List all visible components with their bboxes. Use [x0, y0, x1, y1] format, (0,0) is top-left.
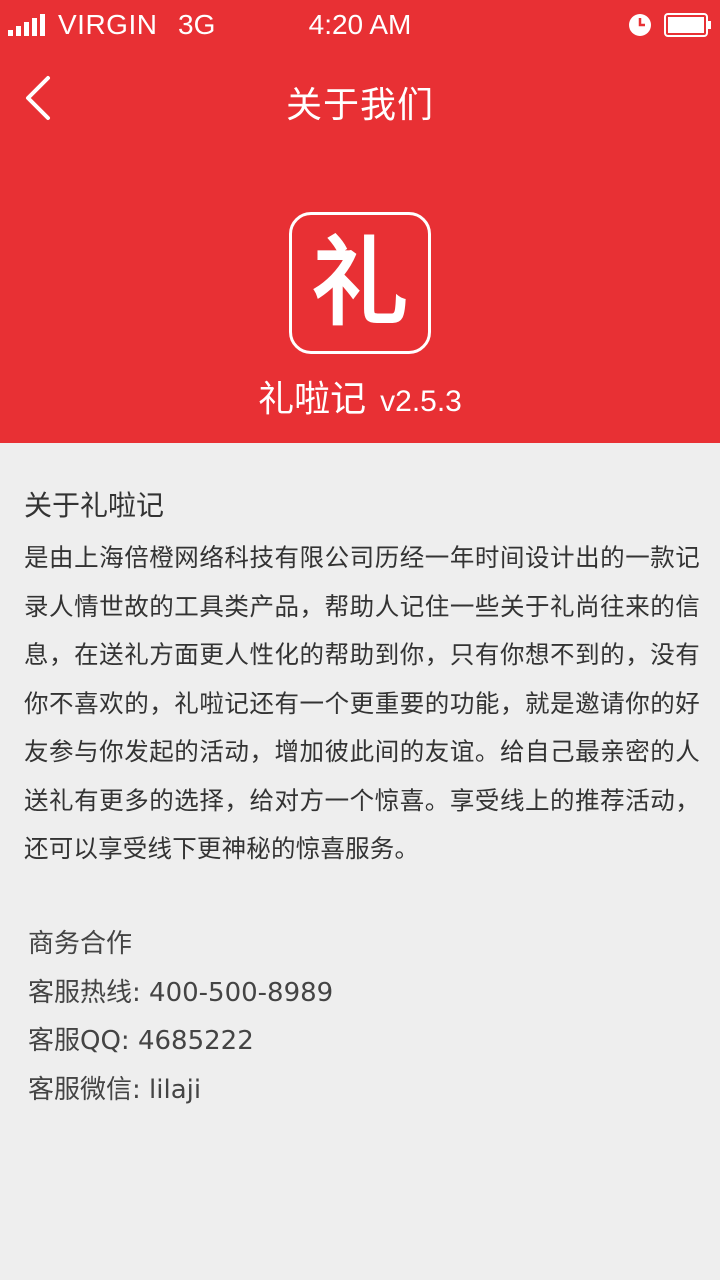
- nav-bar: 关于我们: [0, 50, 720, 146]
- service-wechat: 客服微信: lilaji: [28, 1074, 202, 1105]
- alarm-icon: [629, 14, 651, 36]
- app-logo-glyph: 礼: [312, 226, 408, 339]
- header-banner: VIRGIN 3G 4:20 AM 关于我们 礼 礼啦记 v2.5.3: [0, 0, 720, 443]
- battery-icon: [664, 13, 711, 37]
- page-title: 关于我们: [285, 85, 434, 126]
- service-hotline[interactable]: 客服热线: 400-500-8989: [28, 969, 333, 1018]
- about-description: 是由上海倍橙网络科技有限公司历经一年时间设计出的一款记录人情世故的工具类产品，帮…: [24, 543, 700, 863]
- back-button[interactable]: [14, 66, 74, 130]
- app-logo: 礼: [289, 212, 431, 354]
- status-time: 4:20 AM: [308, 9, 412, 40]
- chevron-left-icon: [26, 76, 50, 120]
- app-name: 礼啦记: [258, 379, 367, 420]
- service-qq: 客服QQ: 4685222: [28, 1026, 254, 1056]
- contact-info: 商务合作 客服热线: 400-500-8989 客服QQ: 4685222 客服…: [28, 920, 333, 1114]
- status-bar: VIRGIN 3G 4:20 AM: [0, 0, 720, 50]
- app-version: v2.5.3: [380, 385, 462, 418]
- business-cooperation: 商务合作: [28, 929, 133, 959]
- about-title: 关于礼啦记: [24, 489, 165, 522]
- app-name-line: 礼啦记 v2.5.3: [0, 370, 720, 422]
